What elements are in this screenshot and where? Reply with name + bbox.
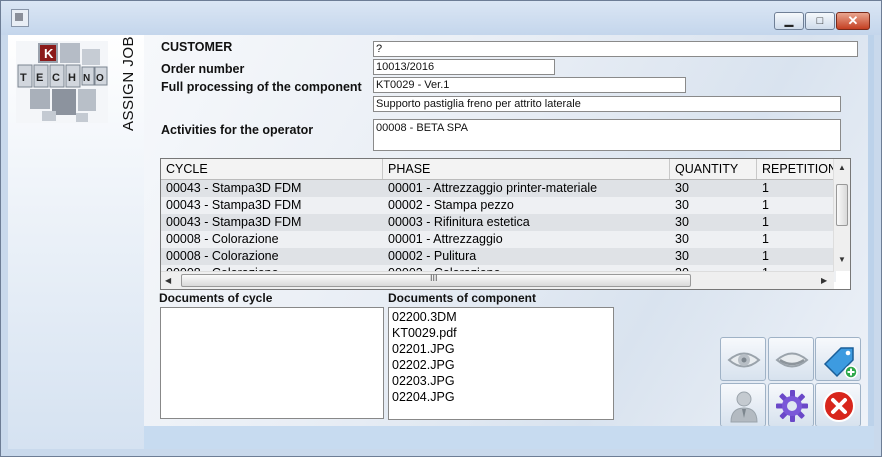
scroll-grip: III <box>430 273 438 283</box>
activities-label: Activities for the operator <box>161 123 314 137</box>
logo-letter-h: H <box>68 72 76 84</box>
cell-cycle: 00043 - Stampa3D FDM <box>166 181 302 195</box>
cell-phase: 00002 - Stampa pezzo <box>388 198 514 212</box>
view-document-button[interactable] <box>720 337 766 381</box>
list-item[interactable]: 02202.JPG <box>389 357 613 373</box>
cell-repetitions: 1 <box>762 215 769 229</box>
customer-label: CUSTOMER <box>161 40 233 54</box>
close-icon: ✕ <box>847 13 859 28</box>
cell-quantity: 30 <box>675 181 689 195</box>
cell-quantity: 30 <box>675 198 689 212</box>
title-bar: ▁ □ ✕ <box>1 1 881 35</box>
assign-job-vertical-label: ASSIGN JOB <box>120 35 137 131</box>
scroll-up-icon[interactable]: ▲ <box>838 163 846 172</box>
table-header: CYCLE PHASE QUANTITY REPETITIONS <box>161 159 836 180</box>
application-window: ▁ □ ✕ K T E C H N O ASSIGN JOB CUSTOMER … <box>0 0 882 457</box>
hide-document-button[interactable] <box>768 337 814 381</box>
close-window-button[interactable]: ✕ <box>836 12 870 30</box>
column-header-quantity[interactable]: QUANTITY <box>670 159 757 179</box>
logo-letter-t: T <box>20 72 27 84</box>
vertical-scroll-thumb[interactable] <box>836 184 848 226</box>
column-header-cycle[interactable]: CYCLE <box>161 159 383 179</box>
table-row[interactable]: 00008 - Colorazione 00001 - Attrezzaggio… <box>161 231 836 248</box>
documents-of-component-label: Documents of component <box>388 291 537 305</box>
list-item[interactable]: 02204.JPG <box>389 389 613 405</box>
logo-letter-k: K <box>44 46 54 61</box>
operator-button[interactable] <box>720 383 766 427</box>
cell-phase: 00001 - Attrezzaggio <box>388 232 503 246</box>
column-header-phase[interactable]: PHASE <box>383 159 670 179</box>
cell-cycle: 00043 - Stampa3D FDM <box>166 215 302 229</box>
scroll-left-icon[interactable]: ◀ <box>165 276 171 285</box>
phases-table: CYCLE PHASE QUANTITY REPETITIONS 00043 -… <box>160 158 851 290</box>
table-row[interactable]: 00008 - Colorazione 00002 - Pulitura 30 … <box>161 248 836 265</box>
add-tag-button[interactable] <box>815 337 861 381</box>
horizontal-scroll-thumb[interactable]: III <box>181 273 691 287</box>
documents-of-cycle-list[interactable] <box>160 307 384 419</box>
table-row[interactable]: 00043 - Stampa3D FDM 00002 - Stampa pezz… <box>161 197 836 214</box>
tag-add-icon <box>823 347 858 379</box>
scroll-down-icon[interactable]: ▼ <box>838 255 846 264</box>
scroll-right-icon[interactable]: ▶ <box>821 276 827 285</box>
cell-repetitions: 1 <box>762 181 769 195</box>
cell-repetitions: 1 <box>762 198 769 212</box>
cell-cycle: 00043 - Stampa3D FDM <box>166 198 302 212</box>
eye-closed-icon <box>775 352 809 368</box>
eye-icon <box>727 352 761 368</box>
maximize-button[interactable]: □ <box>805 12 835 30</box>
settings-gear-icon <box>776 390 808 422</box>
maximize-icon: □ <box>816 15 824 27</box>
cell-phase: 00003 - Rifinitura estetica <box>388 215 530 229</box>
techno-logo: K T E C H N O <box>16 41 108 123</box>
table-row[interactable]: 00043 - Stampa3D FDM 00003 - Rifinitura … <box>161 214 836 231</box>
list-item[interactable]: KT0029.pdf <box>389 325 613 341</box>
cell-cycle: 00008 - Colorazione <box>166 232 279 246</box>
documents-of-component-list[interactable]: 02200.3DM KT0029.pdf 02201.JPG 02202.JPG… <box>388 307 614 420</box>
cancel-icon <box>823 390 855 422</box>
customer-field[interactable]: ? <box>373 41 858 57</box>
cell-repetitions: 1 <box>762 232 769 246</box>
logo-letter-n: N <box>83 73 90 84</box>
list-item[interactable]: 02200.3DM <box>389 309 613 325</box>
app-icon[interactable] <box>11 9 29 27</box>
bottom-strip <box>144 426 874 449</box>
cell-quantity: 30 <box>675 249 689 263</box>
cell-phase: 00001 - Attrezzaggio printer-materiale <box>388 181 598 195</box>
component-description-field[interactable]: Supporto pastiglia freno per attrito lat… <box>373 96 841 112</box>
logo-letter-e: E <box>36 72 43 84</box>
cell-repetitions: 1 <box>762 249 769 263</box>
logo-letter-c: C <box>52 72 60 84</box>
client-area: K T E C H N O ASSIGN JOB CUSTOMER ? Orde… <box>8 35 874 449</box>
operator-icon <box>730 391 758 423</box>
settings-button[interactable] <box>768 383 814 427</box>
component-label: Full processing of the component <box>161 80 362 94</box>
list-item[interactable]: 02203.JPG <box>389 373 613 389</box>
activities-field[interactable]: 00008 - BETA SPA <box>373 119 841 151</box>
column-header-repetitions[interactable]: REPETITIONS <box>757 159 836 179</box>
cell-quantity: 30 <box>675 215 689 229</box>
cell-cycle: 00008 - Colorazione <box>166 249 279 263</box>
table-row[interactable]: 00043 - Stampa3D FDM 00001 - Attrezzaggi… <box>161 180 836 197</box>
main-panel: CUSTOMER ? Order number 10013/2016 Full … <box>144 35 868 427</box>
table-horizontal-scrollbar[interactable]: ◀ III ▶ <box>161 271 834 289</box>
cancel-button[interactable] <box>815 383 861 427</box>
logo-letter-o: O <box>96 73 104 84</box>
left-pane: K T E C H N O ASSIGN JOB <box>8 35 144 449</box>
order-number-field[interactable]: 10013/2016 <box>373 59 555 75</box>
component-code-field[interactable]: KT0029 - Ver.1 <box>373 77 686 93</box>
cell-quantity: 30 <box>675 232 689 246</box>
documents-of-cycle-label: Documents of cycle <box>159 291 273 305</box>
list-item[interactable]: 02201.JPG <box>389 341 613 357</box>
cell-phase: 00002 - Pulitura <box>388 249 477 263</box>
order-number-label: Order number <box>161 62 245 76</box>
minimize-button[interactable]: ▁ <box>774 12 804 30</box>
table-vertical-scrollbar[interactable]: ▲ ▼ <box>833 159 850 271</box>
minimize-icon: ▁ <box>784 15 794 27</box>
